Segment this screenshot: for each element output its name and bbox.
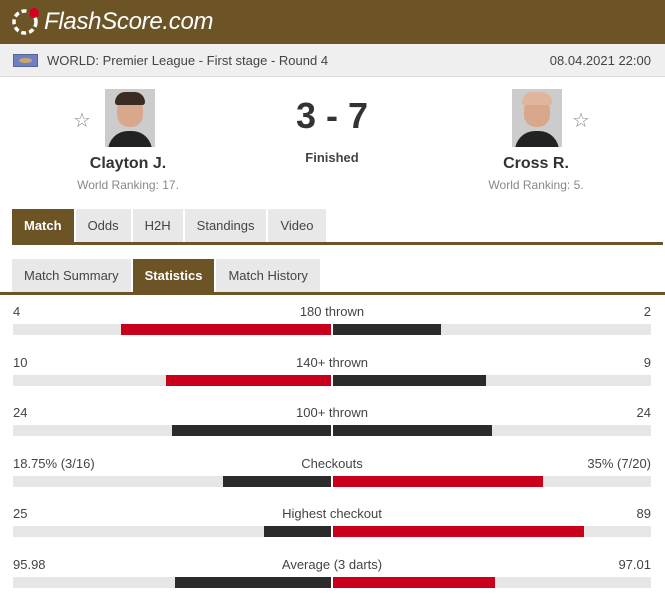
sub-tabs: Match Summary Statistics Match History (12, 259, 322, 293)
tab-odds[interactable]: Odds (75, 209, 131, 243)
stat-label: Checkouts (301, 455, 363, 471)
stat-away-value: 35% (7/20) (587, 455, 651, 471)
stat-away-bar (333, 576, 495, 588)
stat-away-bar (333, 526, 584, 537)
stat-home-track (13, 324, 331, 335)
tab-standings[interactable]: Standings (184, 209, 267, 243)
stat-row: 4 180 thrown 2 (0, 296, 665, 346)
stat-row: 10 140+ thrown 9 (0, 347, 665, 397)
tab-match-history[interactable]: Match History (216, 259, 320, 293)
tab-match-summary[interactable]: Match Summary (12, 259, 131, 293)
sub-tabs-divider (0, 292, 665, 295)
stat-away-value: 2 (643, 304, 651, 319)
stat-home-value: 18.75% (3/16) (13, 455, 95, 471)
stat-away-track (333, 526, 651, 537)
stat-label: Average (3 darts) (281, 556, 383, 572)
stat-away-track (333, 576, 651, 588)
stat-home-track (13, 475, 331, 487)
stat-away-value: 89 (636, 506, 651, 521)
stat-label: Highest checkout (282, 506, 382, 521)
flashscore-logo[interactable]: FlashScore.com (10, 6, 214, 38)
match-score: 3 - 7 (295, 95, 369, 136)
stat-home-bar (175, 576, 331, 588)
main-tabs: Match Odds H2H Standings Video (12, 209, 328, 243)
tab-video[interactable]: Video (268, 209, 326, 243)
favorite-star-icon[interactable]: ☆ (572, 108, 590, 133)
stat-home-bar (172, 425, 331, 436)
favorite-star-icon[interactable]: ☆ (73, 108, 91, 133)
home-player-name[interactable]: Clayton J. (48, 155, 208, 173)
logo-text: FlashScore.com (44, 8, 214, 35)
stat-home-track (13, 374, 331, 386)
top-header: FlashScore.com (0, 0, 665, 44)
stat-away-track (333, 374, 651, 386)
stat-home-value: 25 (13, 506, 28, 521)
stat-home-value: 10 (13, 354, 28, 370)
stat-away-bar (333, 475, 543, 487)
stat-home-track (13, 576, 331, 588)
stat-away-bar (333, 324, 441, 335)
stat-label: 140+ thrown (296, 354, 368, 370)
stat-row: 25 Highest checkout 89 (0, 498, 665, 548)
tab-statistics[interactable]: Statistics (132, 259, 215, 293)
flashscore-logo-icon (10, 7, 40, 37)
stat-row: 24 100+ thrown 24 (0, 397, 665, 447)
stat-home-bar (121, 324, 331, 335)
away-player-photo[interactable] (512, 89, 562, 147)
tab-h2h[interactable]: H2H (132, 209, 183, 243)
stat-away-value: 9 (643, 354, 651, 370)
main-tabs-divider (12, 242, 663, 245)
statistics-list: 4 180 thrown 2 10 140+ thrown 9 24 100+ thrown 2… (0, 296, 665, 600)
stat-home-track (13, 425, 331, 436)
stat-away-value: 97.01 (618, 556, 651, 572)
home-player-photo[interactable] (105, 89, 155, 147)
stat-away-track (333, 475, 651, 487)
stat-label: 100+ thrown (296, 405, 368, 420)
world-flag-icon (13, 54, 38, 67)
away-player-ranking: World Ranking: 5. (488, 178, 584, 192)
league-bar: WORLD: Premier League - First stage - Ro… (0, 44, 665, 77)
stat-away-bar (333, 425, 492, 436)
stat-label: 180 thrown (299, 304, 365, 319)
stat-away-track (333, 425, 651, 436)
stat-home-bar (264, 526, 331, 537)
match-header: ☆ Clayton J. World Ranking: 17. 3 - 7 Fi… (0, 77, 665, 205)
league-name[interactable]: WORLD: Premier League - First stage - Ro… (47, 53, 328, 68)
away-player-name[interactable]: Cross R. (456, 155, 616, 173)
stat-home-track (13, 526, 331, 537)
stat-home-bar (223, 475, 331, 487)
match-status: Finished (305, 150, 359, 165)
home-player-ranking: World Ranking: 17. (77, 178, 179, 192)
stat-home-value: 95.98 (13, 556, 46, 572)
stat-away-track (333, 324, 651, 335)
stat-home-value: 24 (13, 405, 28, 420)
tab-match[interactable]: Match (12, 209, 74, 243)
stat-away-value: 24 (636, 405, 651, 420)
match-datetime: 08.04.2021 22:00 (549, 53, 651, 68)
stat-home-bar (166, 374, 331, 386)
stat-away-bar (333, 374, 486, 386)
stat-row: 18.75% (3/16) Checkouts 35% (7/20) (0, 448, 665, 498)
stat-row: 95.98 Average (3 darts) 97.01 (0, 549, 665, 599)
stat-home-value: 4 (13, 304, 21, 319)
